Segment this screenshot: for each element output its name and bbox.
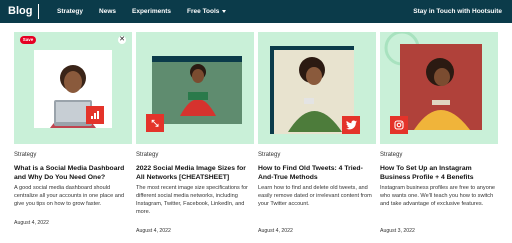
article-image[interactable] [380,32,498,144]
chevron-down-icon [222,9,227,13]
resize-arrows-icon: ⤡ [146,114,164,132]
article-excerpt: A good social media dashboard should cen… [14,185,125,207]
article-title[interactable]: 2022 Social Media Image Sizes for All Ne… [136,164,254,182]
article-excerpt: Instagram business profiles are free to … [380,185,496,207]
close-icon[interactable]: ✕ [118,36,126,44]
article-card[interactable]: ⤡ Strategy 2022 Social Media Image Sizes… [136,30,254,243]
article-card[interactable]: Strategy How To Set Up an Instagram Busi… [380,30,498,243]
article-category[interactable]: Strategy [380,152,402,158]
article-image[interactable]: Save ✕ [14,32,132,144]
nav-menu: Strategy News Experiments Free Tools [57,0,242,23]
nav-item-free-tools[interactable]: Free Tools [187,8,227,15]
article-image[interactable]: ⤡ [136,32,254,144]
stay-in-touch-link[interactable]: Stay in Touch with Hootsuite [413,0,502,23]
top-navigation: Blog Strategy News Experiments Free Tool… [0,0,512,23]
instagram-icon [390,116,408,134]
article-title[interactable]: What is a Social Media Dashboard and Why… [14,164,132,182]
nav-item-strategy[interactable]: Strategy [57,8,83,15]
article-card[interactable]: Strategy How to Find Old Tweets: 4 Tried… [258,30,376,243]
nav-item-free-tools-label: Free Tools [187,8,220,15]
article-card[interactable]: Save ✕ Strategy What is a Social Media D… [14,30,132,243]
article-illustration [14,32,132,144]
nav-item-news[interactable]: News [99,8,116,15]
article-category[interactable]: Strategy [136,152,158,158]
article-date: August 4, 2022 [258,228,293,234]
blog-logo[interactable]: Blog [8,4,40,19]
article-date: August 4, 2022 [14,220,49,226]
article-date: August 4, 2022 [136,228,171,234]
article-category[interactable]: Strategy [14,152,36,158]
save-label: Save [22,37,34,42]
nav-item-experiments[interactable]: Experiments [132,8,171,15]
save-pin-button[interactable]: Save [20,36,36,44]
bar-chart-icon [86,106,104,124]
article-title[interactable]: How to Find Old Tweets: 4 Tried-And-True… [258,164,376,182]
article-category[interactable]: Strategy [258,152,280,158]
article-excerpt: Learn how to find and delete old tweets,… [258,185,372,207]
article-image[interactable] [258,32,376,144]
article-date: August 3, 2022 [380,228,415,234]
twitter-icon [342,116,360,134]
article-title[interactable]: How To Set Up an Instagram Business Prof… [380,164,498,182]
article-excerpt: The most recent image size specification… [136,185,248,215]
